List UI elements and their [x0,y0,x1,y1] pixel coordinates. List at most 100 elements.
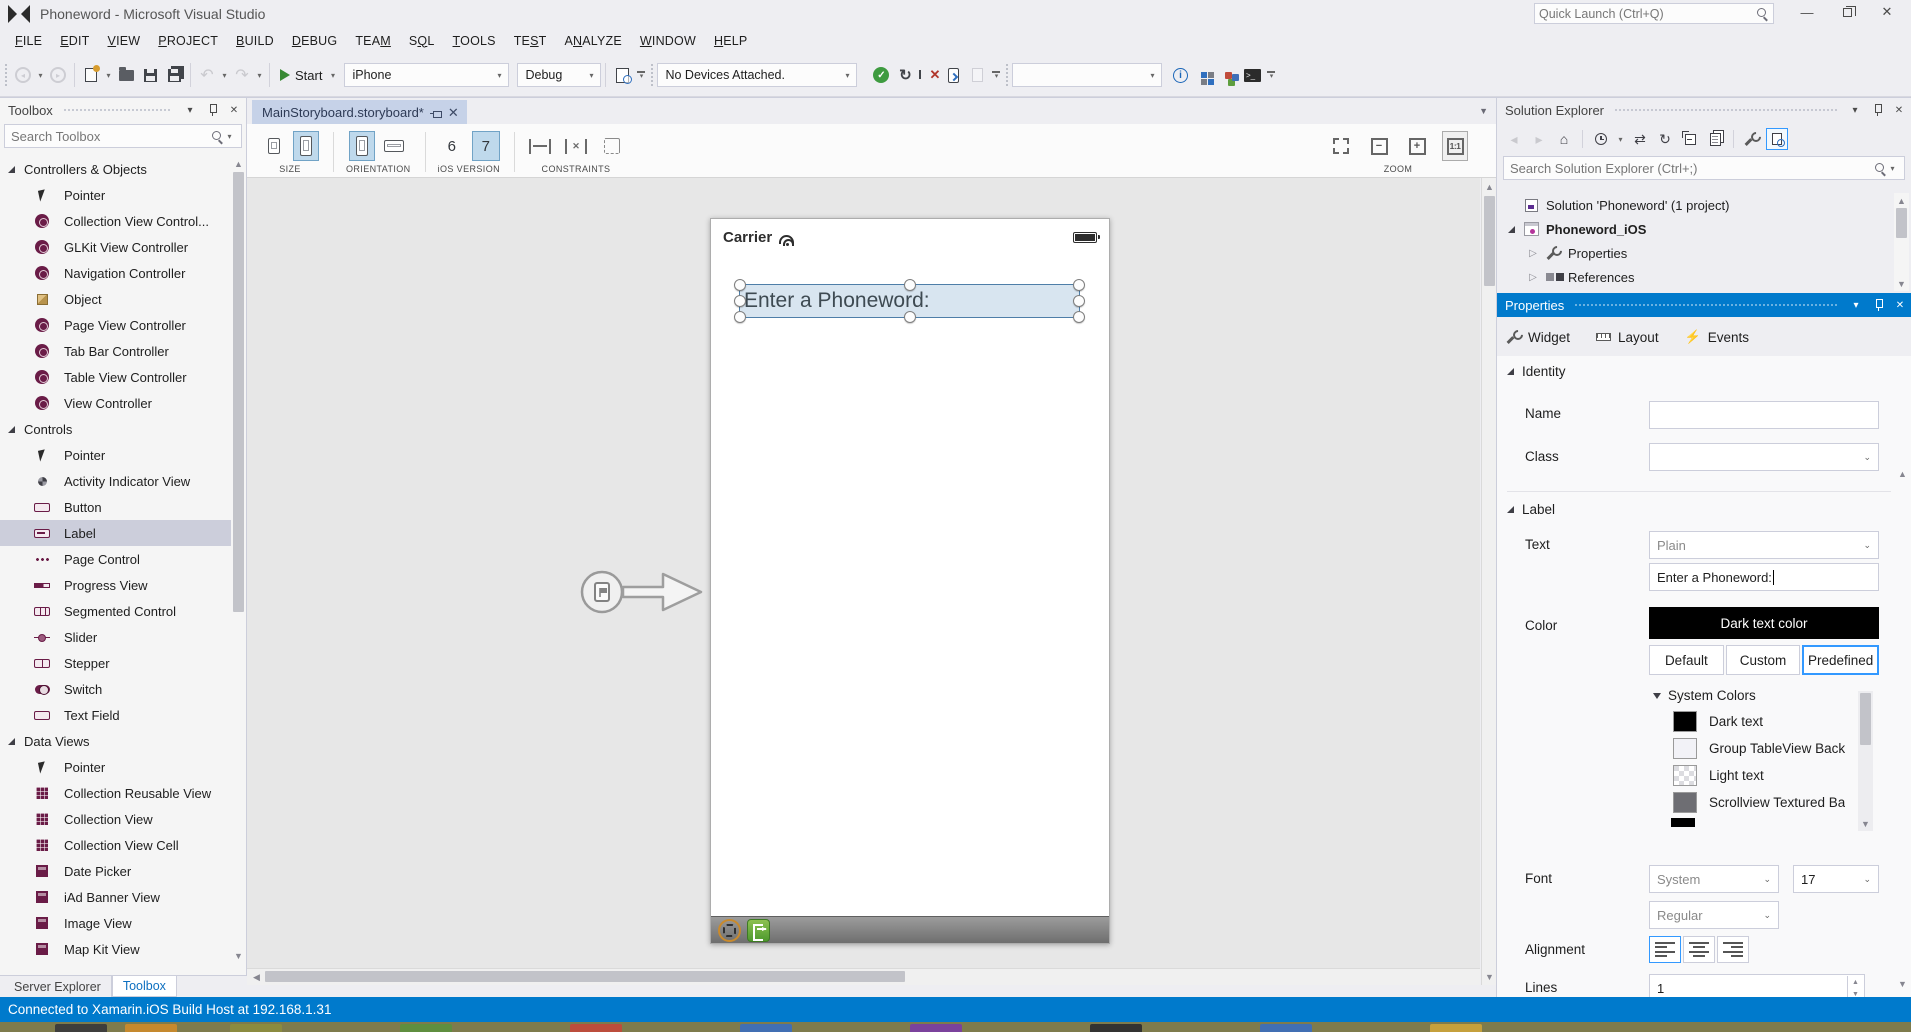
toolbox-item[interactable]: Table View Controller [0,364,232,390]
navigate-back-button[interactable]: ◂ [11,62,35,88]
align-left-button[interactable] [1649,936,1681,963]
toolbox-item[interactable]: Map Kit View [0,936,232,962]
color-mode-button[interactable]: Default [1649,645,1724,675]
scrollbar-thumb[interactable] [1896,208,1907,238]
se-collapse-all-button[interactable] [1679,128,1701,150]
object-browser-button[interactable] [1216,62,1240,88]
panel-drag-handle[interactable] [1574,303,1838,308]
se-show-all-files-button[interactable] [1704,128,1726,150]
toolbar-overflow-button[interactable] [634,62,648,88]
undo-dropdown[interactable]: ▾ [219,71,230,80]
expander-icon[interactable] [1527,248,1539,259]
align-right-button[interactable] [1717,936,1749,963]
toolbox-item[interactable]: Switch [0,676,232,702]
start-debug-button[interactable]: Start ▾ [274,62,344,88]
taskbar-item[interactable] [1430,1024,1482,1032]
toolbar-grip[interactable] [4,63,9,87]
orientation-portrait-button[interactable] [349,131,375,161]
toolbox-scrollbar[interactable]: ▲ ▼ [231,156,246,963]
zoom-actual-size-button[interactable]: 1:1 [1442,131,1468,161]
auto-hide-button[interactable] [1870,297,1886,313]
taskbar-item[interactable] [55,1024,107,1032]
taskbar-item[interactable] [125,1024,177,1032]
device-sync-button[interactable] [941,62,965,88]
restore-button[interactable] [1827,0,1867,24]
device-combo[interactable]: iPhone▾ [344,63,509,87]
taskbar-item[interactable] [740,1024,792,1032]
zoom-in-button[interactable]: + [1404,131,1430,161]
se-forward-button[interactable]: ▸ [1528,128,1550,150]
orientation-landscape-button[interactable] [381,131,407,161]
toolbox-item[interactable]: Collection View Cell [0,832,232,858]
toolbox-item[interactable]: Image View [0,910,232,936]
system-color-item[interactable]: Group TableView Back [1649,735,1871,762]
scroll-down-arrow[interactable]: ▼ [1482,969,1497,984]
window-position-menu[interactable]: ▾ [1847,102,1863,118]
system-colors-header[interactable]: System Colors [1653,688,1756,703]
label-section-header[interactable]: Label [1507,502,1555,517]
expanded-icon[interactable] [8,426,15,433]
tool-window-tab[interactable]: Toolbox [112,976,177,997]
solution-search-input[interactable] [1510,161,1874,176]
new-project-button[interactable] [79,62,103,88]
menu-item[interactable]: TEAM [346,27,400,54]
toolbox-item[interactable]: Pointer [0,754,232,780]
selection-handle[interactable] [734,311,746,323]
toolbar-grip[interactable] [1005,63,1010,87]
quick-launch-input[interactable] [1539,7,1756,21]
find-in-files-button[interactable] [610,62,634,88]
taskbar-item[interactable] [1090,1024,1142,1032]
menu-item[interactable]: PROJECT [149,27,227,54]
constraints-frame-button[interactable] [599,131,625,161]
canvas-horizontal-scrollbar[interactable]: ◀ [247,968,1480,985]
selection-handle[interactable] [1073,279,1085,291]
taskbar-item[interactable] [910,1024,962,1032]
new-dropdown[interactable]: ▾ [103,71,114,80]
toolbox-item[interactable]: Collection Reusable View [0,780,232,806]
system-color-item[interactable]: Light text [1649,762,1871,789]
toolbox-item[interactable]: Page Control [0,546,232,572]
close-document-button[interactable]: ✕ [448,105,459,121]
font-size-combo[interactable]: 17⌄ [1793,865,1879,893]
paste-button[interactable] [965,62,989,88]
window-position-menu[interactable]: ▾ [1848,297,1864,313]
se-pending-changes-button[interactable] [1590,128,1612,150]
expander-icon[interactable] [1527,272,1539,283]
tab-layout[interactable]: Layout [1596,330,1659,345]
toolbox-item[interactable]: Tab Bar Controller [0,338,232,364]
toolbox-item[interactable]: Page View Controller [0,312,232,338]
exit-segue-icon[interactable] [747,919,770,942]
spin-up-arrow[interactable]: ▲ [1848,976,1863,988]
toolbox-item[interactable]: Activity Indicator View [0,468,232,494]
toolbox-item[interactable]: Collection View Control... [0,208,232,234]
scroll-left-arrow[interactable]: ◀ [249,970,264,985]
toolbox-item[interactable]: Controllers & Objects [0,156,232,182]
configuration-combo[interactable]: Debug▾ [517,63,601,87]
menu-item[interactable]: TEST [505,27,556,54]
se-properties-button[interactable] [1741,128,1763,150]
constraints-spacing-button[interactable] [527,131,553,161]
props-scroll-up-arrow[interactable]: ▲ [1895,466,1910,481]
toolbox-item[interactable]: GLKit View Controller [0,234,232,260]
close-panel-button[interactable]: ✕ [1892,297,1908,313]
scroll-up-arrow[interactable]: ▲ [231,156,246,171]
scrollbar-thumb[interactable] [1484,196,1495,286]
close-button[interactable]: ✕ [1867,0,1907,24]
document-list-dropdown[interactable]: ▼ [1479,106,1488,116]
storyboard-canvas[interactable]: Carrier Enter a Phoneword: [247,178,1480,968]
toolbox-item[interactable]: Segmented Control [0,598,232,624]
search-scope-combo[interactable]: ▾ [1012,63,1162,87]
search-options-dropdown[interactable]: ▾ [1887,164,1898,173]
scroll-down-arrow[interactable]: ▼ [1894,276,1909,291]
toolbox-item[interactable]: Pointer [0,182,232,208]
se-sync-button[interactable]: ⇄ [1629,128,1651,150]
toolbox-item[interactable]: Navigation Controller [0,260,232,286]
font-family-combo[interactable]: System⌄ [1649,865,1779,893]
toolbar-overflow-button[interactable] [1264,62,1278,88]
toolbox-item[interactable]: OpenGL ES View [0,962,232,963]
window-position-menu[interactable]: ▾ [182,102,198,118]
toolbox-item[interactable]: Collection View [0,806,232,832]
lines-stepper[interactable]: 1 ▲▼ [1649,974,1865,998]
build-status-button[interactable]: ✓ [869,62,893,88]
solution-tree-item[interactable]: Phoneword_iOS [1497,217,1895,241]
